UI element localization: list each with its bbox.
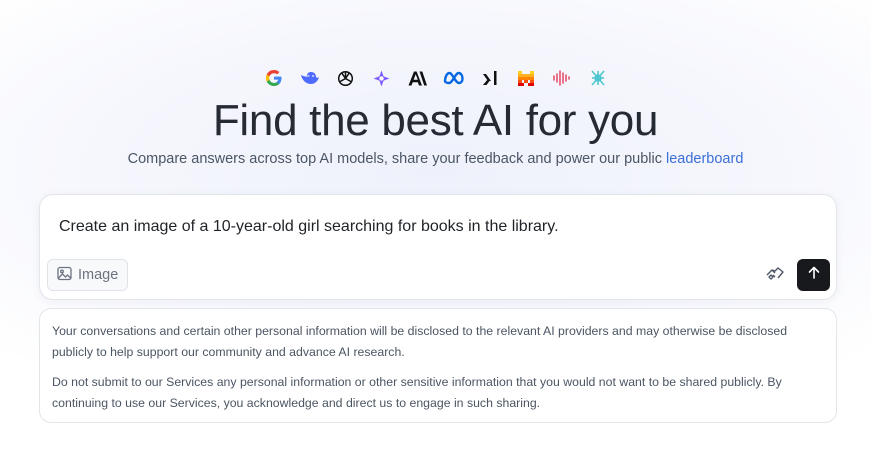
google-icon <box>261 68 287 88</box>
image-button[interactable]: Image <box>47 259 129 291</box>
page-title: Find the best AI for you <box>212 96 659 145</box>
prompt-input[interactable]: Create an image of a 10-year-old girl se… <box>59 218 817 236</box>
send-button[interactable] <box>797 259 830 291</box>
subtitle-text: Compare answers across top AI models, sh… <box>127 151 666 167</box>
openai-icon <box>333 68 359 88</box>
privacy-disclaimer: Your conversations and certain other per… <box>39 308 837 423</box>
gemini-star-icon <box>369 68 395 88</box>
page-subtitle: Compare answers across top AI models, sh… <box>0 151 871 167</box>
arrow-up-icon <box>808 266 820 284</box>
meta-icon <box>441 68 467 88</box>
disclaimer-paragraph-2: Do not submit to our Services any person… <box>52 375 782 410</box>
qwen-icon <box>585 68 611 88</box>
anthropic-icon <box>405 68 431 88</box>
mistral-icon <box>513 68 539 88</box>
tools-button[interactable] <box>763 263 787 287</box>
xai-icon <box>477 68 503 88</box>
image-button-label: Image <box>78 267 119 283</box>
prompt-composer: Create an image of a 10-year-old girl se… <box>39 194 837 300</box>
image-icon <box>57 266 72 285</box>
leaderboard-link[interactable]: leaderboard <box>666 151 743 167</box>
disclaimer-paragraph-1: Your conversations and certain other per… <box>52 324 788 359</box>
handshake-icon <box>765 264 785 287</box>
audio-wave-icon <box>549 68 575 88</box>
model-logos <box>0 68 871 88</box>
deepseek-icon <box>297 68 323 88</box>
